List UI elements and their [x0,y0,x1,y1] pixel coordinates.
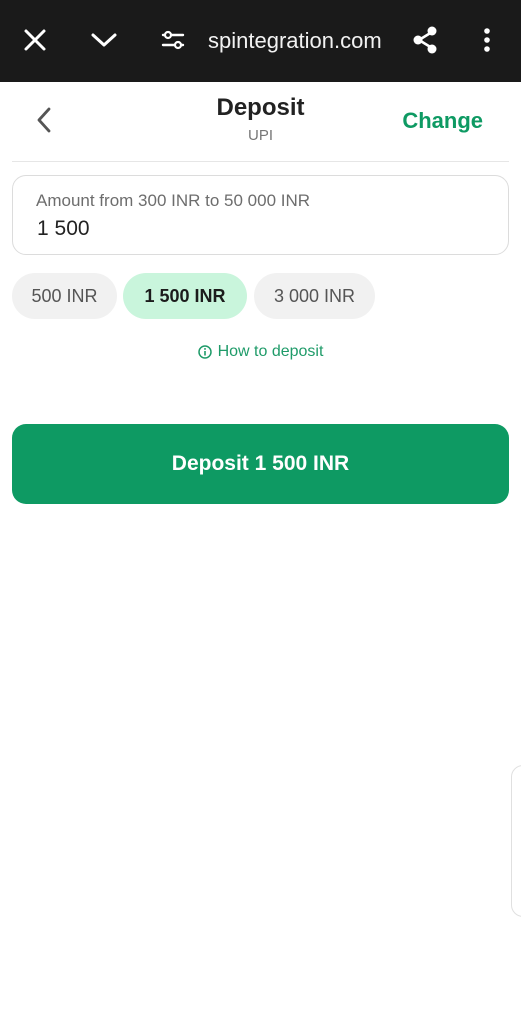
deposit-button[interactable]: Deposit 1 500 INR [12,424,509,504]
amount-input[interactable] [37,214,477,244]
how-to-deposit-label: How to deposit [217,343,324,360]
info-icon [197,345,212,359]
more-vertical-icon[interactable] [469,22,505,58]
page-header: Deposit UPI Change [0,82,521,162]
amount-field[interactable]: Amount from 300 INR to 50 000 INR [12,175,509,255]
preset-chip-500[interactable]: 500 INR [12,273,117,319]
url-field[interactable]: spintegration.com [208,26,398,56]
header-divider [12,161,509,162]
site-settings-icon[interactable] [155,22,191,58]
how-to-deposit-link[interactable]: How to deposit [0,343,521,361]
preset-chip-3000[interactable]: 3 000 INR [254,273,375,319]
side-floating-tab[interactable] [511,765,521,917]
browser-toolbar: spintegration.com [0,0,521,82]
change-method-button[interactable]: Change [402,108,483,134]
chevron-down-icon[interactable] [86,22,122,58]
share-icon[interactable] [407,22,443,58]
amount-label: Amount from 300 INR to 50 000 INR [36,191,311,210]
preset-chip-1500[interactable]: 1 500 INR [123,273,247,319]
close-icon[interactable] [17,22,53,58]
